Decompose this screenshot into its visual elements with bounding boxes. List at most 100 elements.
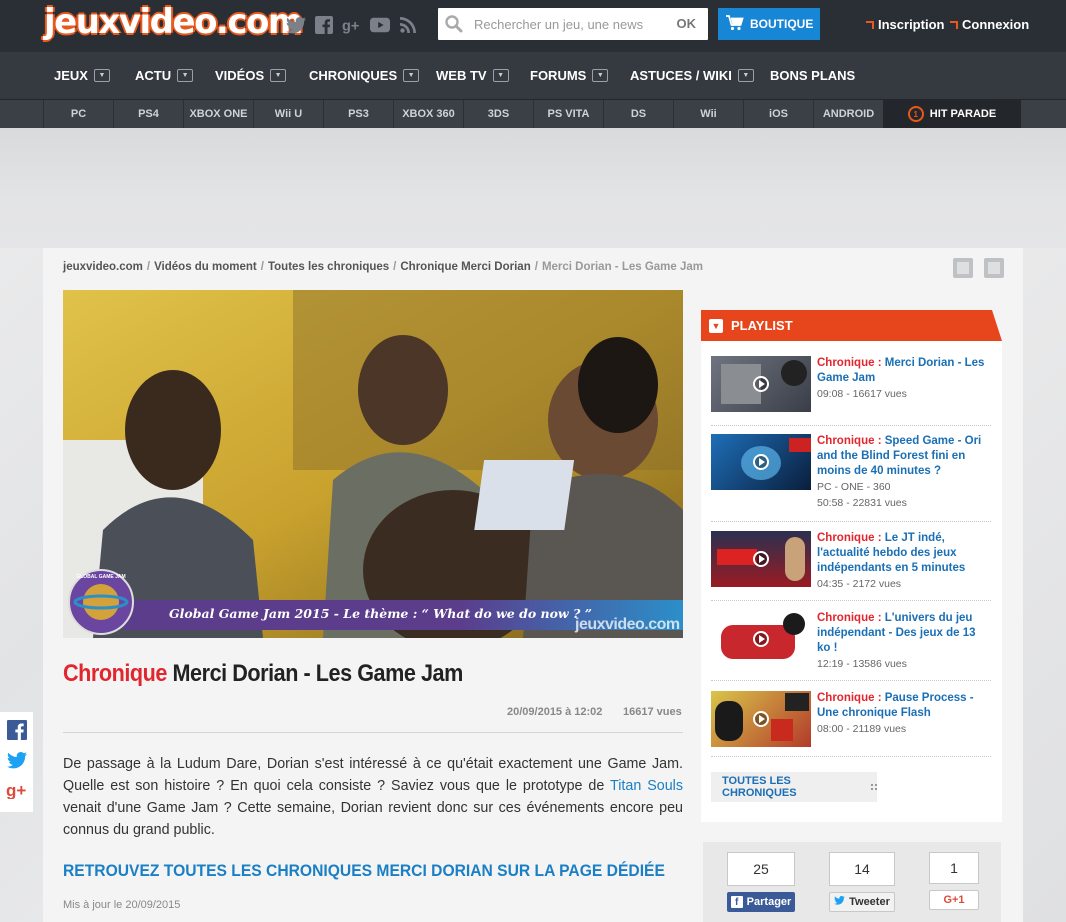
svg-text:g+: g+ (6, 781, 26, 799)
nav-label: FORUMS (530, 68, 587, 83)
play-icon (753, 711, 769, 727)
facebook-icon[interactable] (6, 719, 27, 745)
nav-item-jeux[interactable]: JEUX ▼ (54, 68, 110, 83)
facebook-share-button[interactable]: f Partager (727, 892, 795, 912)
platform-wiiu[interactable]: Wii U (253, 100, 323, 128)
grid-icon (871, 784, 877, 790)
all-chronicles-button[interactable]: TOUTES LES CHRONIQUES (711, 772, 877, 802)
cart-icon (726, 14, 744, 34)
inscription-link[interactable]: Inscription (866, 17, 944, 32)
item-meta: 04:35 - 2172 vues (817, 578, 902, 590)
twitter-icon[interactable] (286, 14, 306, 36)
platform-ios[interactable]: iOS (743, 100, 813, 128)
item-meta: 08:00 - 21189 vues (817, 723, 907, 735)
hit-parade-label: HIT PARADE (929, 108, 997, 120)
playlist-item[interactable]: Chronique : Speed Game - Ori and the Bli… (711, 434, 991, 522)
platform-ps4[interactable]: PS4 (113, 100, 183, 128)
platform-ds[interactable]: DS (603, 100, 673, 128)
play-icon (753, 551, 769, 567)
breadcrumb-item[interactable]: Chronique Merci Dorian (400, 261, 530, 273)
platform-xbox-one[interactable]: XBOX ONE (183, 100, 253, 128)
playlist-item-text: Chronique : Merci Dorian - Les Game Jam … (817, 356, 991, 403)
googleplus-icon[interactable]: g+ (6, 781, 28, 804)
playlist-item[interactable]: Chronique : Le JT indé, l'actualité hebd… (711, 531, 991, 601)
game-jam-badge: GLOBAL GAME JAM (76, 574, 126, 580)
chevron-down-icon[interactable]: ▼ (492, 69, 509, 82)
platform-ps-vita[interactable]: PS VITA (533, 100, 603, 128)
see-all-chronicles-link[interactable]: RETROUVEZ TOUTES LES CHRONIQUES MERCI DO… (63, 861, 665, 881)
rss-icon[interactable] (398, 14, 418, 36)
facebook-share-label: Partager (746, 896, 792, 908)
playlist-item-text: Chronique : Le JT indé, l'actualité hebd… (817, 531, 991, 593)
platform-ps3[interactable]: PS3 (323, 100, 393, 128)
breadcrumb-item[interactable]: jeuxvideo.com (63, 261, 143, 273)
title-text: Merci Dorian - Les Game Jam (172, 660, 464, 687)
playlist-item-text: Chronique : L'univers du jeu indépendant… (817, 611, 991, 673)
playlist-item[interactable]: Chronique : Merci Dorian - Les Game Jam … (711, 356, 991, 426)
platform-pc[interactable]: PC (43, 100, 113, 128)
video-thumbnail[interactable] (711, 611, 811, 667)
platform-xbox-360[interactable]: XBOX 360 (393, 100, 463, 128)
gplus-count: 1 (929, 852, 979, 884)
nav-item-videos[interactable]: VIDÉOS ▼ (215, 68, 287, 83)
twitter-share-button[interactable]: Tweeter (829, 892, 895, 912)
googleplus-icon[interactable]: g+ (342, 14, 362, 36)
chevron-down-icon[interactable]: ▼ (270, 69, 287, 82)
platform-wii[interactable]: Wii (673, 100, 743, 128)
twitter-count: 14 (829, 852, 895, 886)
playlist-item[interactable]: Chronique : Pause Process - Une chroniqu… (711, 691, 991, 757)
facebook-share: 25 f Partager (727, 852, 795, 912)
article-text: De passage à la Ludum Dare, Dorian s'est… (63, 756, 683, 794)
boutique-button[interactable]: BOUTIQUE (718, 8, 820, 40)
facebook-icon[interactable] (314, 14, 334, 36)
edit-icon[interactable] (984, 258, 1004, 278)
nav-item-actu[interactable]: ACTU ▼ (135, 68, 194, 83)
popout-icon[interactable] (953, 258, 973, 278)
nav-label: JEUX (54, 68, 88, 83)
nav-item-forums[interactable]: FORUMS ▼ (530, 68, 609, 83)
site-logo[interactable]: jeuxvideo.com (44, 2, 303, 42)
playlist-item[interactable]: Chronique : L'univers du jeu indépendant… (711, 611, 991, 681)
breadcrumb-item[interactable]: Vidéos du moment (154, 261, 257, 273)
content-area: jeuxvideo.com / Vidéos du moment / Toutes … (43, 248, 1023, 922)
video-thumbnail[interactable] (711, 531, 811, 587)
youtube-icon[interactable] (370, 14, 390, 36)
playlist-header: ▼ PLAYLIST (701, 310, 1002, 341)
video-thumbnail[interactable] (711, 691, 811, 747)
updated-date: Mis à jour le 20/09/2015 (63, 899, 181, 911)
video-player[interactable]: Global Game Jam 2015 - Le thème : “ What… (63, 290, 683, 638)
gplus-share-button[interactable]: G+1 (929, 890, 979, 910)
connexion-link[interactable]: Connexion (950, 17, 1029, 32)
boutique-label: BOUTIQUE (750, 17, 814, 31)
video-watermark: jeuxvideo.com (575, 616, 680, 633)
hit-parade-link[interactable]: 1 HIT PARADE (883, 100, 1021, 128)
chevron-down-icon[interactable]: ▼ (403, 69, 420, 82)
search-icon[interactable] (444, 14, 464, 39)
video-thumbnail[interactable] (711, 356, 811, 412)
video-thumbnail[interactable] (711, 434, 811, 490)
playlist-title: PLAYLIST (731, 318, 793, 333)
hit-parade-icon: 1 (907, 106, 924, 122)
breadcrumb-item[interactable]: Toutes les chroniques (268, 261, 389, 273)
search-ok-button[interactable]: OK (677, 16, 697, 31)
twitter-icon[interactable] (6, 751, 27, 774)
chevron-down-icon[interactable]: ▼ (592, 69, 609, 82)
nav-item-astuces[interactable]: ASTUCES / WIKI ▼ (630, 68, 754, 83)
publish-date: 20/09/2015 à 12:02 (507, 706, 603, 718)
chevron-down-icon[interactable]: ▼ (737, 69, 754, 82)
search-input[interactable] (474, 14, 664, 34)
nav-item-webtv[interactable]: WEB TV ▼ (436, 68, 509, 83)
chevron-down-icon[interactable]: ▼ (93, 69, 110, 82)
arrow-icon (866, 20, 874, 29)
nav-item-chroniques[interactable]: CHRONIQUES ▼ (309, 68, 420, 83)
search-box: OK (438, 8, 708, 40)
platform-android[interactable]: ANDROID (813, 100, 883, 128)
chevron-down-icon[interactable]: ▼ (709, 318, 723, 333)
nav-label: BONS PLANS (770, 68, 856, 83)
platform-bar: PC PS4 XBOX ONE Wii U PS3 XBOX 360 3DS P… (0, 99, 1066, 128)
chevron-down-icon[interactable]: ▼ (177, 69, 194, 82)
nav-item-bons-plans[interactable]: BONS PLANS (770, 68, 855, 83)
titan-souls-link[interactable]: Titan Souls (610, 778, 683, 794)
video-banner-text: Global Game Jam 2015 - Le thème : “ What… (169, 606, 592, 621)
platform-3ds[interactable]: 3DS (463, 100, 533, 128)
